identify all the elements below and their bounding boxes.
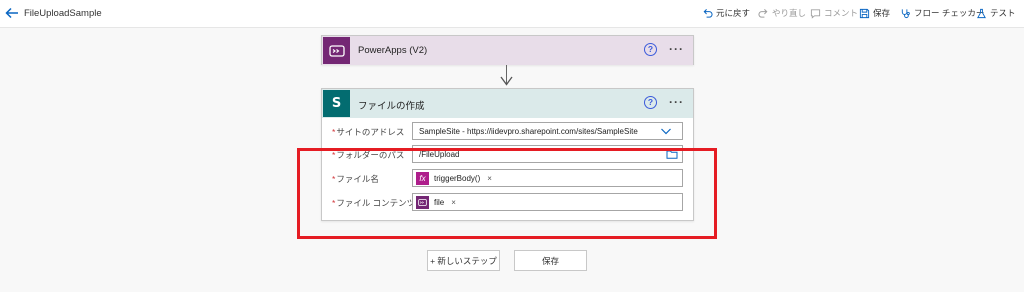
down-arrow-icon xyxy=(500,76,513,86)
sharepoint-icon: S xyxy=(323,90,350,117)
powerapps-card-title: PowerApps (V2) xyxy=(358,45,428,56)
save-icon xyxy=(859,8,870,18)
test-button[interactable]: テスト xyxy=(976,7,1016,19)
sharepoint-card-title: ファイルの作成 xyxy=(358,101,425,112)
redo-label: やり直し xyxy=(772,8,807,18)
powerapps-trigger-card[interactable]: PowerApps (V2) ? ··· xyxy=(321,35,694,65)
help-icon[interactable]: ? xyxy=(644,43,657,56)
comment-icon xyxy=(810,8,821,19)
redo-button[interactable]: やり直し xyxy=(758,7,806,19)
more-options-icon[interactable]: ··· xyxy=(669,95,684,109)
comment-button[interactable]: コメント xyxy=(810,7,858,19)
save-button[interactable]: 保存 xyxy=(514,250,587,271)
save-toolbar-button[interactable]: 保存 xyxy=(859,7,890,19)
new-step-button[interactable]: + 新しいステップ xyxy=(427,250,500,271)
redo-icon xyxy=(758,8,768,18)
back-arrow-icon[interactable] xyxy=(4,5,20,21)
highlight-box xyxy=(297,148,717,239)
help-icon[interactable]: ? xyxy=(644,96,657,109)
comment-label: コメント xyxy=(824,8,859,18)
flow-checker-button[interactable]: フロー チェッカー xyxy=(900,7,984,19)
undo-label: 元に戻す xyxy=(716,8,751,18)
stethoscope-icon xyxy=(901,8,910,18)
top-bar: FileUploadSample 元に戻す やり直し コメント 保存 フロー チ… xyxy=(0,0,1024,28)
sharepoint-card-header[interactable]: S ファイルの作成 ? ··· xyxy=(322,89,693,118)
undo-button[interactable]: 元に戻す xyxy=(702,7,750,19)
more-options-icon[interactable]: ··· xyxy=(669,42,684,56)
save-toolbar-label: 保存 xyxy=(873,8,891,18)
app-title: FileUploadSample xyxy=(24,8,102,19)
site-address-label: *サイトのアドレス xyxy=(332,127,405,137)
undo-icon xyxy=(703,8,713,18)
test-label: テスト xyxy=(990,8,1016,18)
chevron-down-icon[interactable] xyxy=(660,126,672,136)
flow-checker-label: フロー チェッカー xyxy=(914,8,985,18)
powerapps-card-header[interactable]: PowerApps (V2) ? ··· xyxy=(322,36,693,65)
powerapps-icon xyxy=(323,37,350,64)
site-address-dropdown[interactable]: SampleSite - https://iidevpro.sharepoint… xyxy=(412,122,683,140)
flask-icon xyxy=(977,8,986,18)
site-address-value: SampleSite - https://iidevpro.sharepoint… xyxy=(419,126,638,136)
